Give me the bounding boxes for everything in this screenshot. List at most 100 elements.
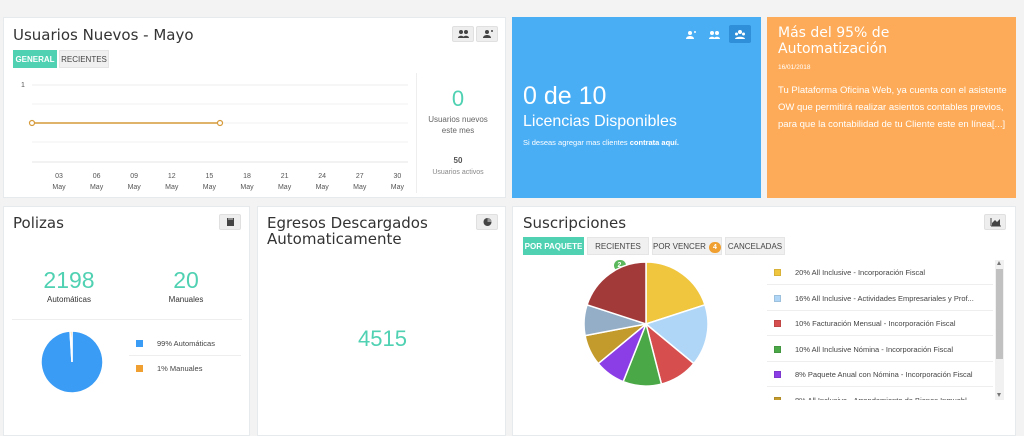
manuales-value: 20	[173, 267, 199, 293]
x-tick-month: May	[240, 184, 254, 191]
contrata-link[interactable]: contrata aquí.	[630, 138, 679, 147]
data-point	[28, 119, 36, 127]
x-tick-label: 06 May	[87, 171, 107, 193]
usuarios-card: Usuarios Nuevos - Mayo GENERAL RECIENTES…	[3, 17, 506, 198]
x-tick-month: May	[315, 184, 329, 191]
pie-chart-button[interactable]	[476, 214, 498, 230]
x-tick-label: 21 May	[275, 171, 295, 193]
legend-scrollbar[interactable]	[995, 260, 1004, 400]
x-tick-month: May	[353, 184, 367, 191]
legend-swatch	[136, 340, 143, 347]
x-tick-label: 24 May	[312, 171, 332, 193]
promo-date: 16/01/2018	[778, 64, 811, 71]
x-tick-label: 15 May	[199, 171, 219, 193]
legend-label: 10% All Inclusive Nómina - Incorporación…	[795, 344, 953, 354]
promo-title-1: Más del 95% de	[778, 25, 890, 41]
area-chart-icon	[990, 218, 1001, 227]
x-tick-day: 06	[92, 173, 101, 180]
x-tick-month: May	[202, 184, 216, 191]
tab-por-vencer[interactable]: POR VENCER 4	[652, 237, 722, 255]
licencias-subtext: Si deseas agregar mas clientes contrata …	[523, 138, 679, 147]
x-tick-label: 18 May	[237, 171, 257, 193]
manuales-label: Manuales	[168, 295, 204, 304]
user-add-icon	[483, 30, 493, 38]
suscripciones-card: Suscripciones POR PAQUETE RECIENTES2 POR…	[512, 206, 1016, 436]
x-tick-day: 21	[280, 173, 289, 180]
legend-label: 1% Manuales	[157, 364, 203, 373]
scrollbar-thumb[interactable]	[996, 269, 1003, 359]
polizas-pie-chart	[40, 330, 104, 394]
x-tick-day: 27	[355, 173, 364, 180]
x-tick-month: May	[89, 184, 104, 191]
legend-label: 10% Facturación Mensual - Incorporación …	[795, 319, 956, 328]
group-button[interactable]	[729, 25, 751, 43]
x-tick-day: 30	[393, 173, 402, 180]
legend-item-automaticas: 99% Automáticas	[129, 331, 241, 356]
nuevos-label-2: este mes	[441, 126, 475, 135]
legend-item: 10% Facturación Mensual - Incorporación …	[767, 311, 993, 336]
licencias-card: 0 de 10 Licencias Disponibles Si deseas …	[512, 17, 761, 198]
x-tick-label: 27 May	[350, 171, 370, 193]
legend-item: 20% All Inclusive - Incorporación Fiscal	[767, 260, 993, 285]
legend-label: 20% All Inclusive - Incorporación Fiscal	[795, 268, 926, 277]
group-icon	[735, 30, 745, 39]
legend-item: 8% Paquete Anual con Nómina - Incorporac…	[767, 362, 993, 387]
x-tick-day: 15	[205, 173, 214, 180]
users-button[interactable]	[452, 26, 474, 42]
polizas-card: Polizas 2198 Automáticas 20 Manuales 99%…	[3, 206, 250, 436]
egresos-card: Egresos Descargados Automaticamente 4515	[257, 206, 506, 436]
pie-chart-icon	[483, 218, 492, 226]
x-tick-day: 03	[55, 173, 63, 180]
scroll-down-arrow[interactable]	[997, 393, 1001, 397]
legend-swatch	[774, 371, 781, 378]
licencias-count: 0 de 10	[523, 82, 607, 110]
automaticas-value: 2198	[43, 267, 95, 293]
tab-por-paquete[interactable]: POR PAQUETE	[523, 237, 584, 255]
x-tick-month: May	[52, 184, 66, 191]
egresos-value: 4515	[358, 326, 407, 351]
legend-label: 8% All Inclusive - Arrendamiento de Bien…	[795, 395, 974, 401]
x-tick-label: 09 May	[124, 171, 144, 193]
x-tick-month: May	[165, 184, 179, 191]
legend-item: 16% All Inclusive - Actividades Empresar…	[767, 286, 993, 311]
y-tick-label: 1	[21, 82, 25, 89]
legend-swatch	[774, 269, 781, 276]
x-tick-month: May	[277, 184, 292, 191]
tab-por-vencer-label: POR VENCER	[653, 242, 706, 251]
x-tick-day: 09	[130, 173, 139, 180]
legend-label: 16% All Inclusive - Actividades Empresar…	[795, 293, 974, 303]
x-tick-month: May	[390, 184, 404, 191]
legend-item-manuales: 1% Manuales	[129, 356, 241, 381]
polizas-title: Polizas	[13, 214, 64, 232]
legend-swatch	[136, 365, 143, 372]
polizas-divider	[12, 319, 242, 320]
legend-swatch	[774, 396, 781, 400]
user-add-button[interactable]	[476, 26, 498, 42]
legend-swatch	[774, 345, 781, 353]
usuarios-stats-divider	[416, 73, 417, 193]
tab-canceladas[interactable]: CANCELADAS	[725, 237, 785, 255]
activos-value: 50	[453, 156, 463, 165]
book-button[interactable]	[219, 214, 241, 230]
users-icon	[458, 30, 469, 38]
tab-recientes[interactable]: RECIENTES2	[587, 237, 649, 271]
licencias-subtext-label: Si deseas agregar mas clientes	[523, 138, 628, 147]
users-icon[interactable]	[709, 30, 720, 40]
promo-body[interactable]: Tu Plataforma Oficina Web, ya cuenta con…	[778, 82, 1010, 133]
area-chart-button[interactable]	[984, 214, 1006, 230]
promo-title-2: Automatización	[778, 41, 888, 57]
promo-card: Más del 95% de Automatización 16/01/2018…	[767, 17, 1016, 198]
automaticas-label: Automáticas	[46, 295, 92, 304]
data-point	[216, 119, 224, 127]
nuevos-value: 0	[451, 86, 465, 111]
x-tick-label: 03 May	[49, 171, 69, 193]
suscripciones-pie-chart	[583, 261, 709, 387]
legend-label: 8% Paquete Anual con Nómina - Incorporac…	[795, 370, 973, 379]
x-tick-month: May	[127, 184, 141, 191]
legend-item: 10% All Inclusive Nómina - Incorporación…	[767, 337, 993, 362]
x-tick-day: 12	[167, 173, 176, 180]
scroll-up-arrow[interactable]	[997, 261, 1001, 265]
licencias-label: Licencias Disponibles	[523, 113, 677, 130]
user-add-icon[interactable]	[685, 30, 696, 40]
egresos-title-2: Automaticamente	[267, 230, 402, 248]
